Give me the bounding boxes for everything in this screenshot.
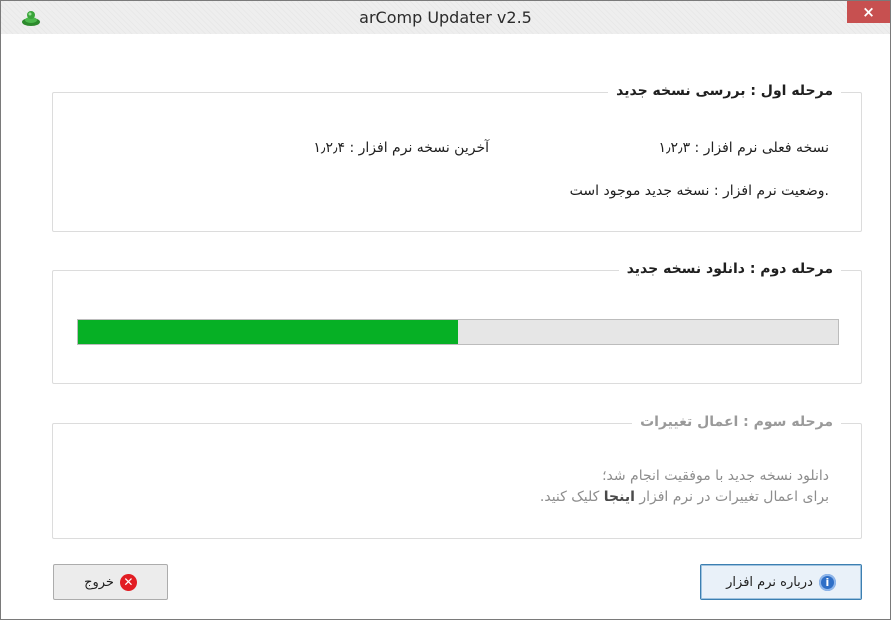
client-area: مرحله اول : بررسی نسخه جدید نسخه فعلی نر… [10,34,879,612]
download-progress-bar [77,319,839,345]
info-icon: i [818,573,836,591]
window-title: arComp Updater v2.5 [359,8,532,27]
title-bar[interactable]: arComp Updater v2.5 × [1,1,890,34]
exit-button-label: خروج [84,574,114,590]
apply-changes-suffix: کلیک کنید. [539,489,604,505]
apply-changes-link[interactable]: اینجا [604,489,635,505]
step3-group: مرحله سوم : اعمال تغییرات دانلود نسخه جد… [52,414,862,539]
step1-group: مرحله اول : بررسی نسخه جدید نسخه فعلی نر… [52,83,862,232]
step2-group: مرحله دوم : دانلود نسخه جدید [52,261,862,384]
about-button-label: درباره نرم افزار [726,574,813,590]
current-version-text: نسخه فعلی نرم افزار : ۱٫۲٫۳ [658,140,829,156]
exit-button[interactable]: ✕ خروج [53,564,168,600]
close-button[interactable]: × [847,1,890,23]
update-status-text: .وضعیت نرم افزار : نسخه جدید موجود است [569,183,829,199]
latest-version-text: آخرین نسخه نرم افزار : ۱٫۲٫۴ [313,140,489,156]
step1-legend: مرحله اول : بررسی نسخه جدید [608,83,841,99]
about-button[interactable]: i درباره نرم افزار [700,564,862,600]
updater-window: arComp Updater v2.5 × مرحله اول : بررسی … [0,0,891,620]
step3-legend: مرحله سوم : اعمال تغییرات [632,414,841,430]
download-progress-fill [78,320,458,344]
apply-changes-prefix: برای اعمال تغییرات در نرم افزار [634,489,829,505]
step2-legend: مرحله دوم : دانلود نسخه جدید [618,261,841,277]
download-complete-text: دانلود نسخه جدید با موفقیت انجام شد؛ [602,468,829,484]
apply-changes-text: برای اعمال تغییرات در نرم افزار اینجا کل… [540,489,829,505]
error-x-icon: ✕ [119,573,137,591]
